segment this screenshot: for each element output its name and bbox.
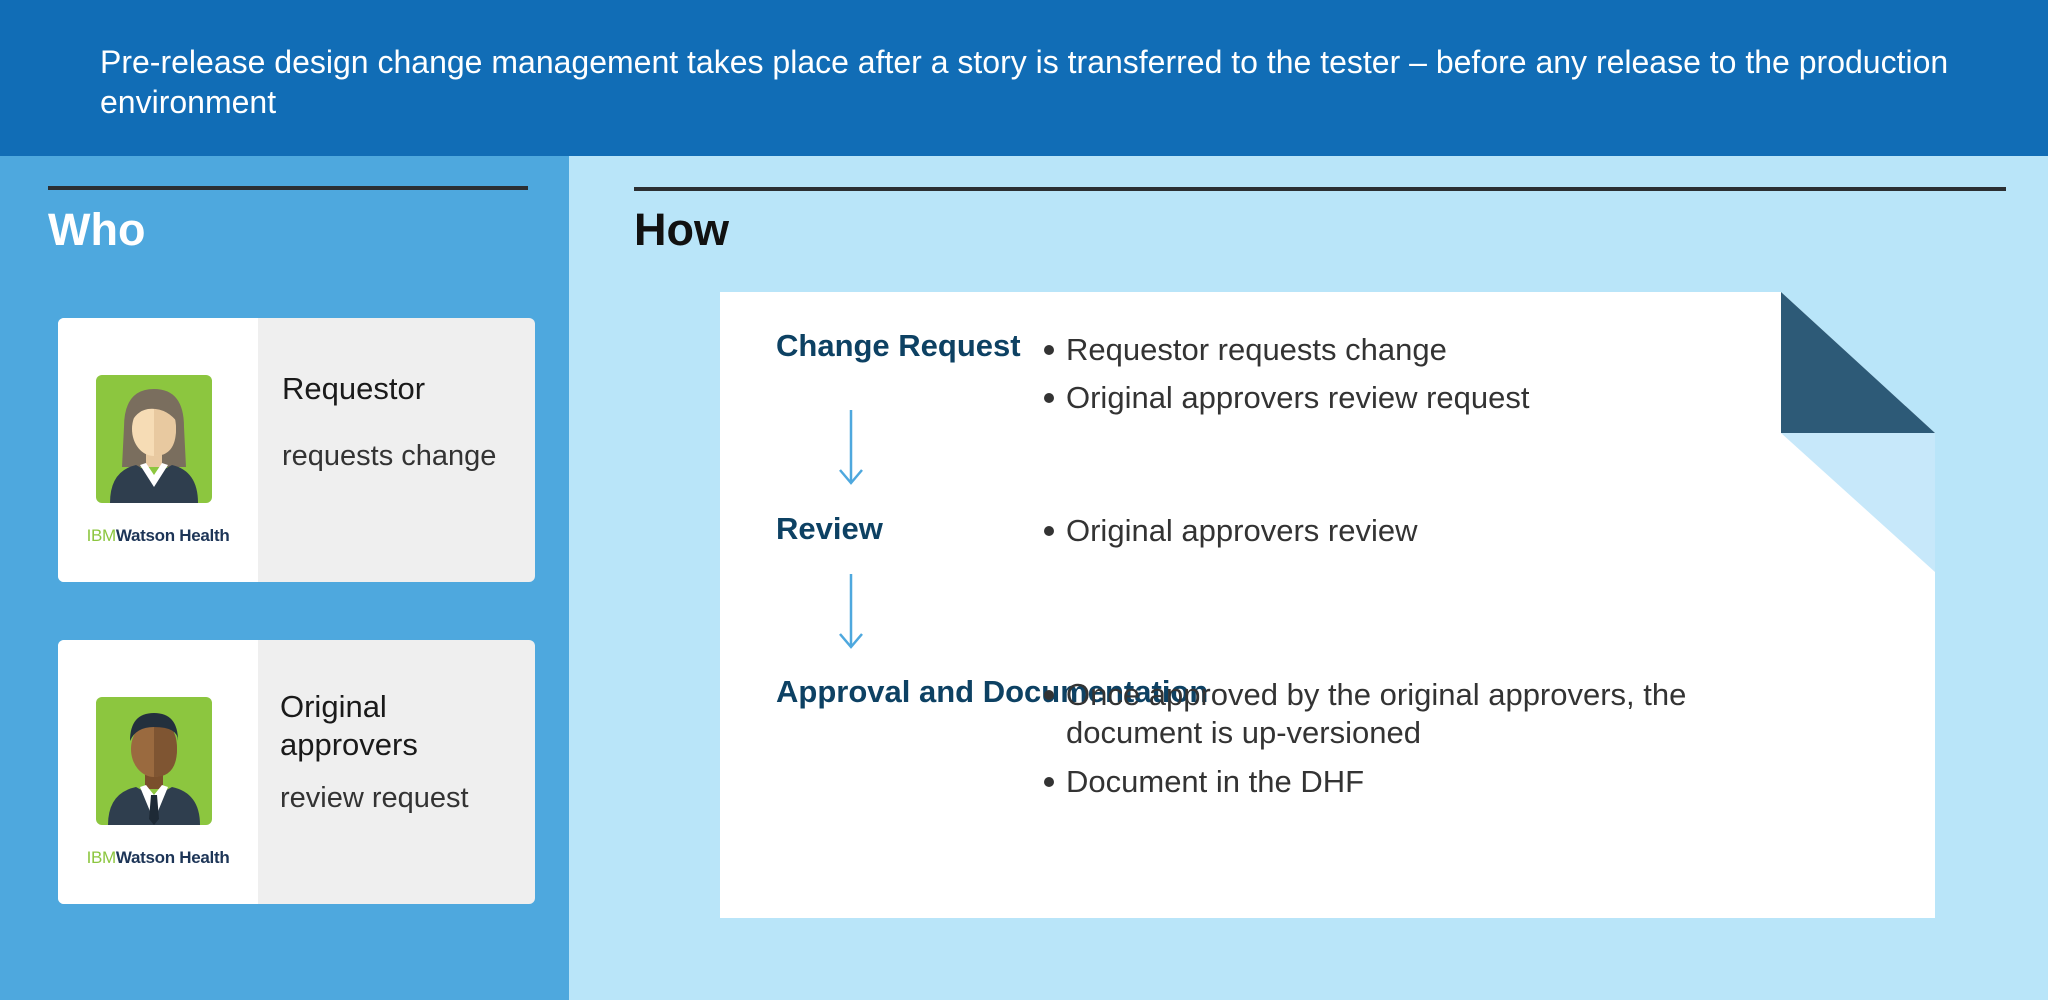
approvers-role: Original approvers xyxy=(280,689,418,762)
arrow-down-icon xyxy=(839,410,863,485)
who-divider xyxy=(48,186,528,190)
female-user-icon xyxy=(96,375,212,503)
arrow-down-icon xyxy=(839,574,863,649)
requestor-action: requests change xyxy=(282,440,497,472)
brand-logo: IBMWatson Health xyxy=(86,526,230,545)
step-change-request-bullet-2: Original approvers review request xyxy=(1040,379,1806,417)
step-review-bullet-1: Original approvers review xyxy=(1040,512,1806,550)
step-approval-bullet-1: Once approved by the original approvers,… xyxy=(1040,676,1766,752)
how-title: How xyxy=(634,204,729,255)
banner-text: Pre-release design change management tak… xyxy=(100,44,1949,120)
requestor-role: Requestor xyxy=(282,371,426,406)
how-divider xyxy=(634,187,2006,191)
step-review-title: Review xyxy=(776,511,883,546)
requestor-card: IBMWatson Health Requestor requests chan… xyxy=(58,318,535,582)
requestor-avatar-area: IBMWatson Health xyxy=(58,318,258,582)
step-approval-bullet-2: Document in the DHF xyxy=(1040,763,1806,801)
header-banner: Pre-release design change management tak… xyxy=(0,0,2048,156)
approvers-card: IBMWatson Health Original approvers revi… xyxy=(58,640,535,904)
brand-logo: IBMWatson Health xyxy=(86,848,230,867)
step-change-request-bullet-1: Requestor requests change xyxy=(1040,331,1806,369)
who-title: Who xyxy=(48,204,146,255)
step-change-request-title: Change Request xyxy=(776,328,1021,363)
approvers-action: review request xyxy=(280,782,469,814)
male-user-icon xyxy=(96,697,212,825)
approvers-avatar-area: IBMWatson Health xyxy=(58,640,258,904)
